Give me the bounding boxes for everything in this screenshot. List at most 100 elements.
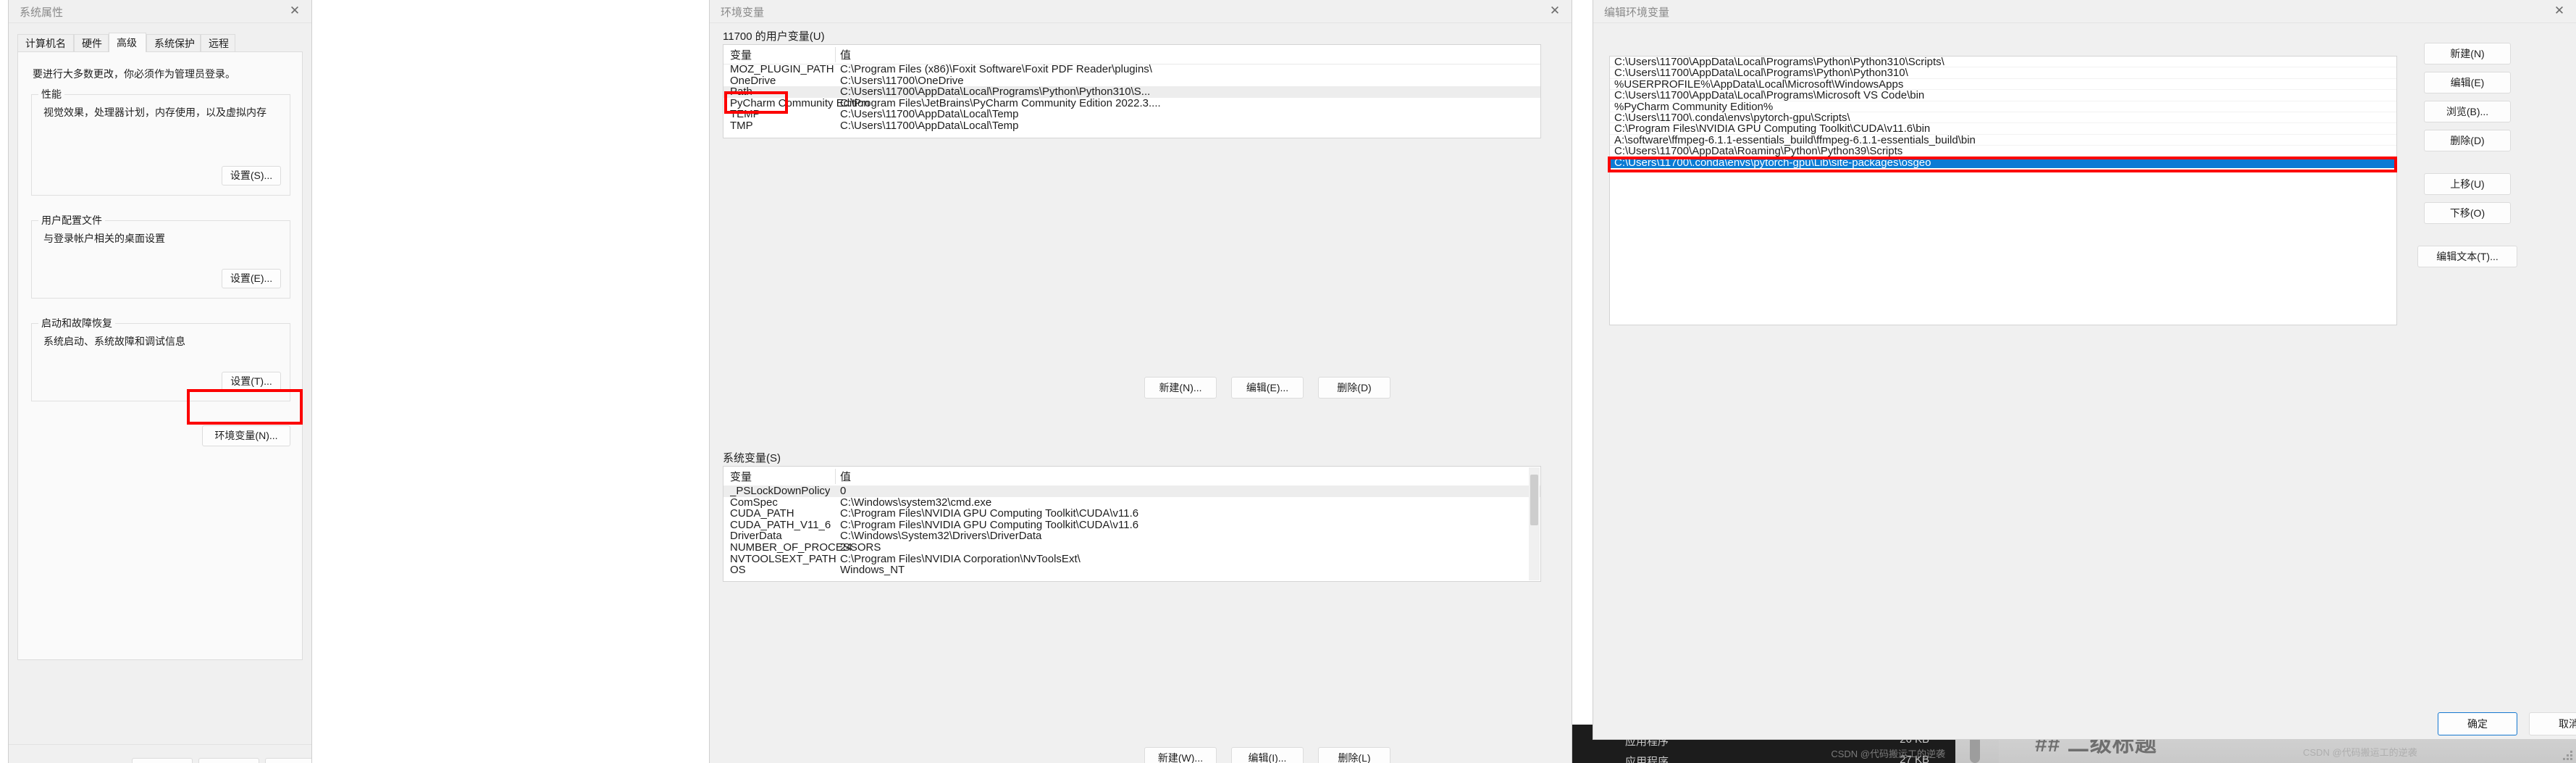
- variable-value: C:\Program Files\NVIDIA Corporation\NvTo…: [840, 553, 1081, 565]
- cancel-button[interactable]: 取消: [198, 758, 259, 763]
- variable-name: CUDA_PATH_V11_6: [730, 519, 831, 531]
- ok-button[interactable]: 确定: [132, 758, 193, 763]
- table-row[interactable]: MOZ_PLUGIN_PATH C:\Program Files (x86)\F…: [723, 64, 1540, 75]
- close-icon[interactable]: ✕: [278, 0, 311, 22]
- column-header-name: 变量: [730, 49, 752, 62]
- advanced-tab-panel: 要进行大多数更改，你必须作为管理员登录。 性能 视觉效果，处理器计划，内存使用，…: [17, 51, 303, 660]
- user-profiles-group-legend: 用户配置文件: [38, 213, 105, 228]
- system-variables-table-body: _PSLockDownPolicy 0 ComSpec C:\Windows\s…: [723, 485, 1540, 581]
- user-edit-button[interactable]: 编辑(E)...: [1231, 377, 1304, 399]
- list-item[interactable]: C:\Users\11700\AppData\Local\Programs\Py…: [1610, 57, 2396, 67]
- variable-value: 0: [840, 485, 847, 497]
- variable-value: 24: [840, 541, 852, 554]
- performance-settings-button[interactable]: 设置(S)...: [222, 166, 281, 185]
- tab-hardware[interactable]: 硬件: [74, 34, 109, 51]
- edit-environment-variable-titlebar[interactable]: 编辑环境变量 ✕: [1593, 0, 2576, 23]
- table-row[interactable]: CUDA_PATH C:\Program Files\NVIDIA GPU Co…: [723, 508, 1540, 520]
- list-item[interactable]: C:\Users\11700\AppData\Local\Programs\Mi…: [1610, 90, 2396, 101]
- variable-name: DriverData: [730, 530, 782, 542]
- system-edit-button[interactable]: 编辑(I)...: [1231, 747, 1304, 763]
- variable-name: OneDrive: [730, 75, 776, 87]
- tab-system-protection[interactable]: 系统保护: [146, 34, 201, 51]
- system-properties-titlebar[interactable]: 系统属性 ✕: [9, 0, 311, 23]
- browse-button[interactable]: 浏览(B)...: [2424, 101, 2511, 122]
- performance-group-description: 视觉效果，处理器计划，内存使用，以及虚拟内存: [43, 107, 267, 118]
- variable-value: C:\Windows\System32\Drivers\DriverData: [840, 530, 1042, 542]
- new-button[interactable]: 新建(N): [2424, 43, 2511, 64]
- variable-name: TMP: [730, 120, 753, 132]
- table-row[interactable]: OneDrive C:\Users\11700\OneDrive: [723, 75, 1540, 87]
- user-profiles-group-description: 与登录帐户相关的桌面设置: [43, 233, 165, 244]
- column-divider[interactable]: [835, 47, 836, 62]
- table-row[interactable]: PyCharm Community Edition C:\Program Fil…: [723, 98, 1540, 109]
- user-new-button[interactable]: 新建(N)...: [1144, 377, 1217, 399]
- move-up-button[interactable]: 上移(U): [2424, 173, 2511, 195]
- environment-variables-titlebar[interactable]: 环境变量 ✕: [710, 0, 1572, 23]
- table-row[interactable]: DriverData C:\Windows\System32\Drivers\D…: [723, 530, 1540, 542]
- edit-environment-variable-title: 编辑环境变量: [1604, 7, 1670, 19]
- system-properties-title: 系统属性: [20, 7, 64, 19]
- delete-button[interactable]: 删除(D): [2424, 130, 2511, 151]
- table-row[interactable]: TMP C:\Users\11700\AppData\Local\Temp: [723, 120, 1540, 132]
- list-item[interactable]: C:\Users\11700\AppData\Local\Programs\Py…: [1610, 67, 2396, 79]
- list-item[interactable]: C:\Users\11700\.conda\envs\pytorch-gpu\S…: [1610, 112, 2396, 123]
- system-properties-dialog: 系统属性 ✕ 计算机名 硬件 高级 系统保护 远程 要进行大多数更改，你必须作为…: [9, 0, 311, 763]
- list-item-selected[interactable]: C:\Users\11700\.conda\envs\pytorch-gpu\L…: [1610, 157, 2396, 168]
- table-row[interactable]: ComSpec C:\Windows\system32\cmd.exe: [723, 497, 1540, 509]
- tab-remote[interactable]: 远程: [201, 34, 235, 51]
- variable-value: C:\Users\11700\AppData\Local\Programs\Py…: [840, 86, 1151, 98]
- close-icon[interactable]: ✕: [1538, 0, 1572, 22]
- user-variables-table[interactable]: 变量 值 MOZ_PLUGIN_PATH C:\Program Files (x…: [723, 44, 1541, 138]
- scrollbar-thumb[interactable]: [1530, 475, 1538, 525]
- list-item[interactable]: C:\Program Files\NVIDIA GPU Computing To…: [1610, 123, 2396, 135]
- ok-button[interactable]: 确定: [2438, 712, 2517, 735]
- variable-name: Path: [730, 86, 752, 98]
- cancel-button[interactable]: 取消: [2529, 712, 2576, 735]
- tab-advanced[interactable]: 高级: [109, 33, 146, 52]
- system-delete-button[interactable]: 删除(L): [1318, 747, 1390, 763]
- startup-recovery-settings-button[interactable]: 设置(T)...: [222, 372, 281, 391]
- table-row[interactable]: NVTOOLSEXT_PATH C:\Program Files\NVIDIA …: [723, 554, 1540, 565]
- list-item[interactable]: A:\software\ffmpeg-6.1.1-essentials_buil…: [1610, 134, 2396, 146]
- system-new-button[interactable]: 新建(W)...: [1144, 747, 1217, 763]
- tab-computer-name[interactable]: 计算机名: [17, 34, 74, 51]
- column-header-name: 变量: [730, 471, 752, 483]
- watermark-right: CSDN @代码搬运工的逆袭: [2303, 747, 2417, 758]
- footer-separator: [9, 744, 311, 745]
- apply-button[interactable]: 应用(A): [265, 758, 311, 763]
- list-item[interactable]: C:\Users\11700\AppData\Roaming\Python\Py…: [1610, 146, 2396, 157]
- list-item[interactable]: %PyCharm Community Edition%: [1610, 101, 2396, 112]
- file-type-label: 应用程序: [1625, 756, 1669, 763]
- variable-value: C:\Program Files\JetBrains\PyCharm Commu…: [840, 97, 1161, 109]
- edit-text-button[interactable]: 编辑文本(T)...: [2417, 246, 2517, 267]
- user-variables-label: 11700 的用户变量(U): [723, 30, 825, 43]
- column-divider[interactable]: [835, 469, 836, 484]
- variable-value: C:\Program Files (x86)\Foxit Software\Fo…: [840, 64, 1152, 75]
- variable-value: C:\Program Files\NVIDIA GPU Computing To…: [840, 508, 1139, 520]
- user-profiles-settings-button[interactable]: 设置(E)...: [222, 269, 281, 288]
- move-down-button[interactable]: 下移(O): [2424, 202, 2511, 224]
- admin-note: 要进行大多数更改，你必须作为管理员登录。: [33, 68, 235, 80]
- variable-value: C:\Windows\system32\cmd.exe: [840, 496, 992, 509]
- table-row[interactable]: _PSLockDownPolicy 0: [723, 485, 1540, 497]
- edit-button[interactable]: 编辑(E): [2424, 72, 2511, 93]
- user-variables-button-row: 新建(N)... 编辑(E)... 删除(D): [710, 377, 1572, 399]
- user-delete-button[interactable]: 删除(D): [1318, 377, 1390, 399]
- system-variables-scrollbar[interactable]: [1529, 467, 1540, 580]
- performance-group: 性能 视觉效果，处理器计划，内存使用，以及虚拟内存 设置(S)...: [31, 87, 290, 196]
- environment-variables-button[interactable]: 环境变量(N)...: [202, 425, 290, 446]
- table-row[interactable]: CUDA_PATH_V11_6 C:\Program Files\NVIDIA …: [723, 520, 1540, 531]
- close-icon[interactable]: ✕: [2543, 0, 2576, 22]
- watermark-dark: CSDN @代码搬运工的逆袭: [1831, 749, 1945, 759]
- system-variables-table[interactable]: 变量 值 _PSLockDownPolicy 0 ComSpec C:\Wind…: [723, 466, 1541, 582]
- table-row[interactable]: NUMBER_OF_PROCESSORS 24: [723, 542, 1540, 554]
- list-item[interactable]: %USERPROFILE%\AppData\Local\Microsoft\Wi…: [1610, 78, 2396, 90]
- table-row[interactable]: OS Windows_NT: [723, 564, 1540, 576]
- path-entries-list[interactable]: C:\Users\11700\AppData\Local\Programs\Py…: [1609, 56, 2397, 325]
- startup-recovery-group-description: 系统启动、系统故障和调试信息: [43, 335, 185, 347]
- table-row[interactable]: TEMP C:\Users\11700\AppData\Local\Temp: [723, 109, 1540, 120]
- table-row[interactable]: Path C:\Users\11700\AppData\Local\Progra…: [723, 86, 1540, 98]
- user-profiles-group: 用户配置文件 与登录帐户相关的桌面设置 设置(E)...: [31, 213, 290, 299]
- environment-variables-title: 环境变量: [721, 7, 765, 19]
- resize-grip-icon: [2563, 751, 2573, 761]
